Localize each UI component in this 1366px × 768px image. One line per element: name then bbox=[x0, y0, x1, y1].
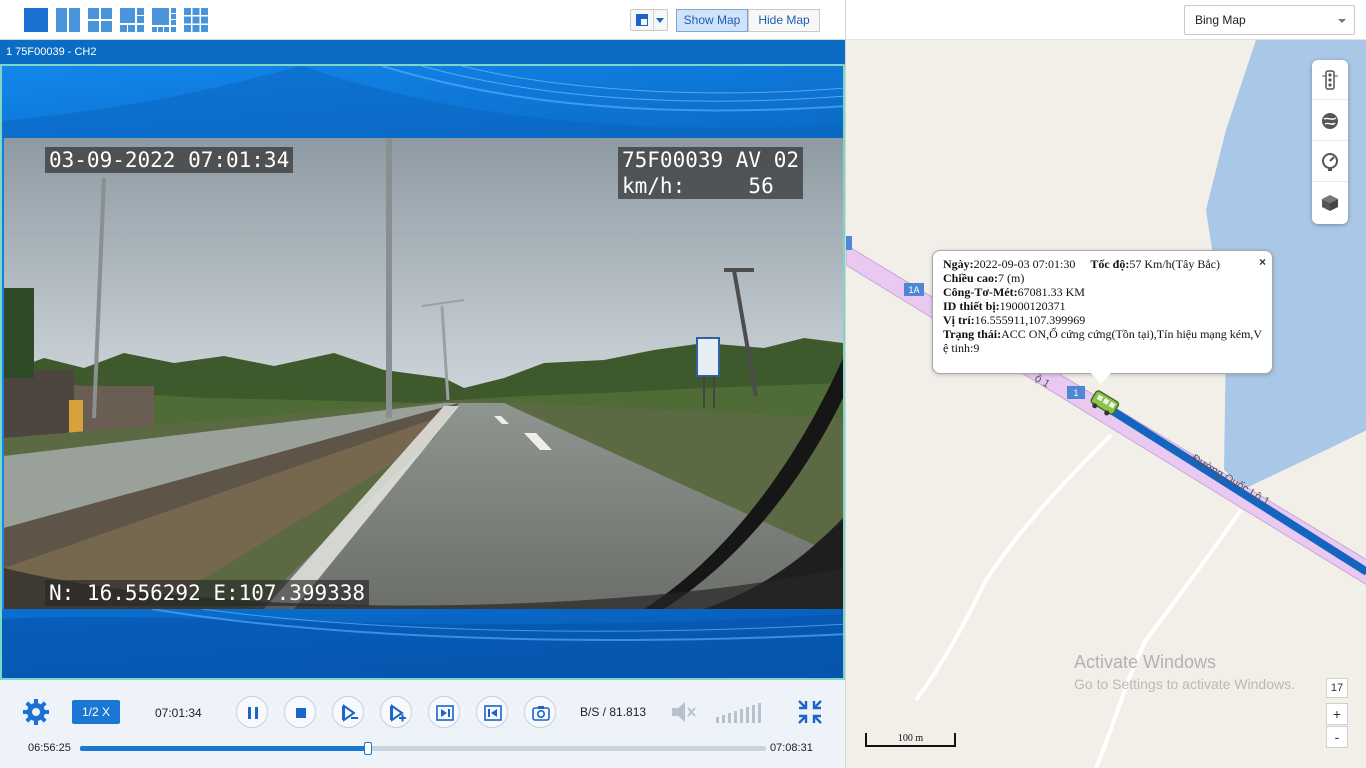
prev-frame-icon bbox=[484, 705, 502, 721]
osd-datetime: 03-09-2022 07:01:34 bbox=[45, 147, 294, 173]
video-top-backdrop bbox=[2, 66, 843, 138]
road-label-1a: 1A bbox=[904, 283, 924, 296]
close-icon[interactable]: × bbox=[1259, 255, 1266, 269]
map-panel[interactable]: Bing Map 1A 1 ộ 1 Đường Quốc Lộ 1 × Ngày… bbox=[845, 0, 1366, 768]
mute-icon[interactable] bbox=[670, 699, 698, 725]
video-bottom-backdrop bbox=[2, 609, 843, 678]
3d-view-button[interactable] bbox=[1312, 183, 1348, 223]
playback-speed-button[interactable]: 1/2 X bbox=[72, 700, 120, 724]
progress-handle[interactable] bbox=[364, 742, 373, 755]
video-frame-image: 03-09-2022 07:01:34 75F00039 AV 02 km/h:… bbox=[4, 138, 843, 609]
vehicle-info-popup: × Ngày:2022-09-03 07:01:30 Tốc độ:57 Km/… bbox=[932, 250, 1273, 384]
layout-1+5-icon[interactable] bbox=[120, 8, 144, 32]
map-header: Bing Map bbox=[846, 0, 1366, 40]
popup-row-device: ID thiết bị:19000120371 bbox=[943, 299, 1066, 313]
traffic-light-icon bbox=[1322, 70, 1338, 90]
popup-row-position: Vị trí:16.555911,107.399969 bbox=[943, 313, 1086, 327]
cube-3d-icon bbox=[1322, 195, 1338, 211]
zoom-out-button[interactable]: - bbox=[1326, 726, 1348, 748]
svg-text:1: 1 bbox=[1073, 388, 1078, 398]
zoom-level: 17 bbox=[1326, 678, 1348, 698]
streetside-button[interactable] bbox=[1312, 142, 1348, 182]
next-frame-icon bbox=[436, 705, 454, 721]
traffic-button[interactable] bbox=[1312, 60, 1348, 100]
show-map-button[interactable]: Show Map bbox=[676, 9, 748, 32]
chevron-down-icon bbox=[656, 18, 664, 23]
osd-gps-coordinates: N: 16.556292 E:107.399338 bbox=[45, 580, 370, 606]
playback-controls: 1/2 X 07:01:34 B/S / 81.813 KB/S bbox=[0, 680, 845, 768]
layout-2x2-icon[interactable] bbox=[88, 8, 112, 32]
pause-icon bbox=[248, 707, 258, 719]
gear-icon[interactable] bbox=[22, 698, 50, 726]
road-label-1: 1 bbox=[1067, 386, 1085, 399]
activation-watermark-title: Activate Windows bbox=[1074, 652, 1217, 672]
current-time: 07:01:34 bbox=[155, 706, 202, 720]
prev-frame-button[interactable] bbox=[476, 696, 508, 728]
chevron-down-icon bbox=[1338, 19, 1346, 23]
faster-button[interactable] bbox=[380, 696, 412, 728]
bitrate-readout: B/S / 81.813 KB/S bbox=[580, 705, 650, 719]
divider bbox=[653, 10, 654, 30]
layout-1+7-icon[interactable] bbox=[152, 8, 176, 32]
activation-watermark-subtitle: Go to Settings to activate Windows. bbox=[1074, 676, 1295, 692]
volume-slider[interactable] bbox=[716, 701, 764, 725]
stop-icon bbox=[296, 708, 306, 718]
map-tools bbox=[1312, 60, 1348, 224]
faster-icon bbox=[390, 704, 406, 722]
channel-title: 1 75F00039 - CH2 bbox=[0, 40, 845, 64]
next-frame-button[interactable] bbox=[428, 696, 460, 728]
layout-1x1-icon[interactable] bbox=[24, 8, 48, 32]
view-mode-dropdown[interactable] bbox=[630, 9, 668, 31]
progress-bar[interactable] bbox=[80, 742, 766, 755]
stop-button[interactable] bbox=[284, 696, 316, 728]
camera-icon bbox=[532, 706, 550, 721]
exit-fullscreen-icon[interactable] bbox=[796, 698, 824, 726]
satellite-icon bbox=[1322, 113, 1338, 129]
popup-row-status: Trạng thái:ACC ON,Ổ cứng cứng(Tồn tại),T… bbox=[943, 327, 1262, 355]
map-provider-value: Bing Map bbox=[1195, 13, 1246, 27]
popup-row-odometer: Công-Tơ-Mét:67081.33 KM bbox=[943, 285, 1085, 299]
map-scale-label: 100 m bbox=[897, 733, 924, 744]
end-time: 07:08:31 bbox=[770, 742, 813, 754]
window-layout-icon bbox=[636, 14, 648, 26]
popup-row-date: Ngày:2022-09-03 07:01:30 Tốc độ:57 Km/h(… bbox=[943, 257, 1220, 271]
svg-text:1A: 1A bbox=[908, 285, 919, 295]
slower-button[interactable] bbox=[332, 696, 364, 728]
layout-2-icon[interactable] bbox=[56, 8, 80, 32]
video-player[interactable]: 03-09-2022 07:01:34 75F00039 AV 02 km/h:… bbox=[0, 64, 845, 680]
progress-fill bbox=[80, 746, 369, 751]
speed-gauge-icon bbox=[1322, 153, 1338, 171]
pause-button[interactable] bbox=[236, 696, 268, 728]
zoom-in-button[interactable]: + bbox=[1326, 703, 1348, 725]
start-time: 06:56:25 bbox=[28, 742, 71, 754]
map-provider-select[interactable]: Bing Map bbox=[1184, 5, 1355, 35]
snapshot-button[interactable] bbox=[524, 696, 556, 728]
layout-toolbar: Show Map Hide Map bbox=[0, 0, 845, 40]
popup-row-altitude: Chiều cao:7 (m) bbox=[943, 271, 1025, 285]
hide-map-button[interactable]: Hide Map bbox=[748, 9, 820, 32]
slower-icon bbox=[342, 704, 358, 722]
osd-device-speed: 75F00039 AV 02 km/h: 56 bbox=[618, 147, 804, 199]
map-scale-bar: 100 m bbox=[865, 733, 956, 747]
aerial-view-button[interactable] bbox=[1312, 101, 1348, 141]
layout-3x3-icon[interactable] bbox=[184, 8, 208, 32]
